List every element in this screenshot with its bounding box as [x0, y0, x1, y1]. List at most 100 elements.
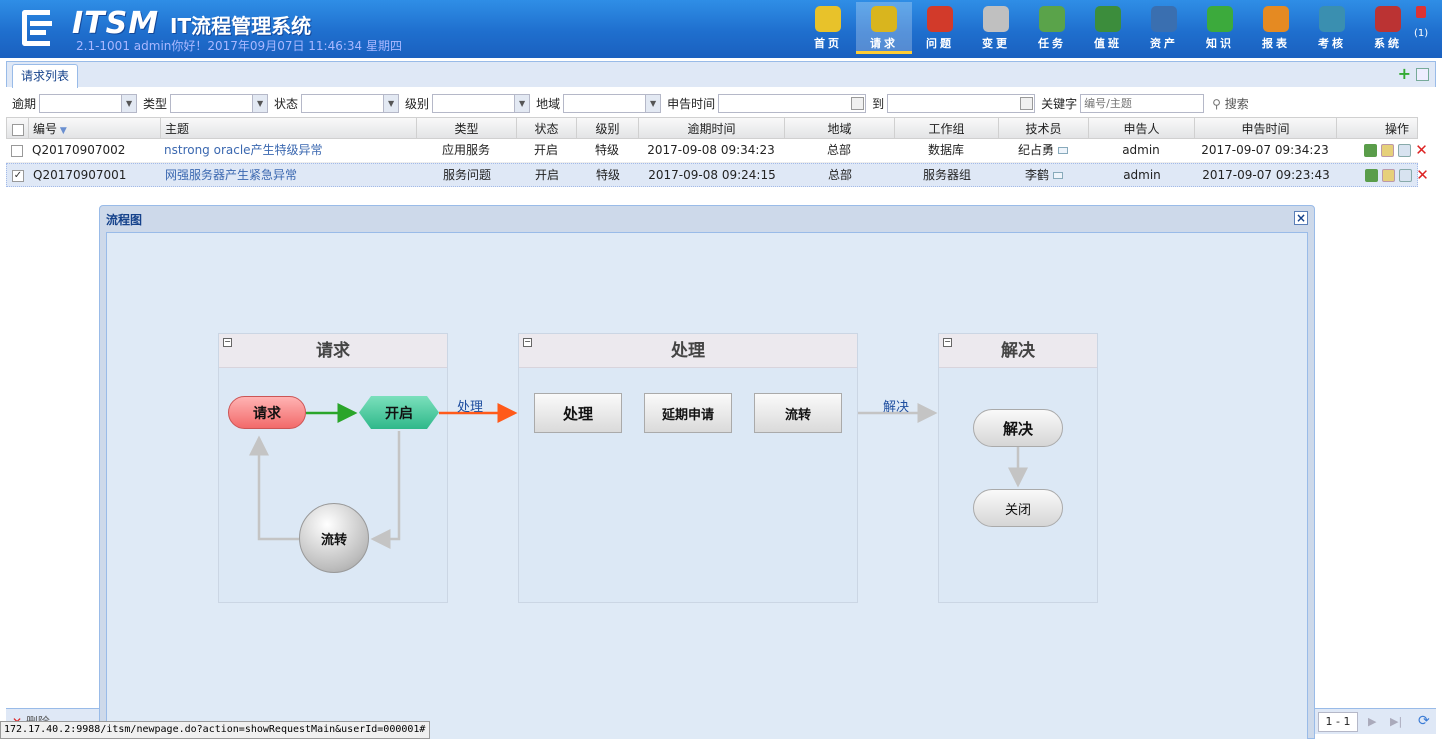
collapse-icon[interactable]: −: [943, 338, 952, 347]
flowchart-icon[interactable]: [1365, 169, 1378, 182]
cell-subject[interactable]: nstrong oracle产生特级异常: [160, 139, 416, 162]
column-header[interactable]: 申告人: [1089, 118, 1195, 138]
edit-icon[interactable]: [1382, 169, 1395, 182]
table-row[interactable]: Q20170907002 nstrong oracle产生特级异常 应用服务 开启 特级…: [6, 139, 1428, 163]
select-all-checkbox[interactable]: [7, 118, 29, 138]
nav-item-9[interactable]: 考核: [1304, 2, 1360, 54]
column-header[interactable]: 逾期时间: [639, 118, 785, 138]
node-open[interactable]: 开启: [359, 396, 439, 429]
collapse-icon[interactable]: −: [523, 338, 532, 347]
close-icon[interactable]: ×: [1294, 211, 1308, 225]
message-count[interactable]: (1): [1414, 28, 1428, 39]
cell-subject[interactable]: 网强服务器产生紧急异常: [161, 164, 417, 186]
cell-region: 总部: [827, 168, 852, 182]
chevron-down-icon[interactable]: ▼: [252, 94, 268, 112]
node-transfer[interactable]: 流转: [754, 393, 842, 433]
lane-resolve: − 解决: [938, 333, 1098, 603]
to-label: 到: [872, 96, 885, 111]
column-header[interactable]: 级别: [577, 118, 639, 138]
node-resolve[interactable]: 解决: [973, 409, 1063, 447]
nav-item-5[interactable]: 值班: [1080, 2, 1136, 54]
column-header[interactable]: 技术员: [999, 118, 1089, 138]
column-header[interactable]: 申告时间: [1195, 118, 1337, 138]
lane-title-process: 处理: [671, 341, 705, 361]
sort-desc-icon[interactable]: ▼: [57, 126, 67, 136]
node-process[interactable]: 处理: [534, 393, 622, 433]
tab-request-list[interactable]: 请求列表: [12, 64, 79, 88]
nav-item-4[interactable]: 任务: [1024, 2, 1080, 54]
node-delay-request[interactable]: 延期申请: [644, 393, 732, 433]
search-icon: ⚲: [1212, 96, 1221, 111]
row-checkbox[interactable]: ✓: [7, 164, 29, 186]
report-time-start-field[interactable]: [718, 93, 867, 113]
level-select[interactable]: ▼: [432, 93, 531, 113]
table-row[interactable]: ✓ Q20170907001 网强服务器产生紧急异常 服务问题 开启 特级 2017-09-…: [6, 163, 1429, 187]
column-header[interactable]: 工作组: [895, 118, 999, 138]
document-icon[interactable]: [1399, 169, 1412, 182]
keyword-input[interactable]: [1080, 93, 1205, 113]
overdue-label: 逾期: [12, 96, 37, 111]
collapse-icon[interactable]: −: [223, 338, 232, 347]
calendar-icon[interactable]: [851, 96, 865, 110]
flowchart-icon[interactable]: [1364, 144, 1377, 157]
brand-name: ITSM: [72, 6, 160, 41]
edit-icon[interactable]: [1381, 144, 1394, 157]
node-request[interactable]: 请求: [228, 396, 306, 429]
delete-icon[interactable]: ✕: [1415, 143, 1428, 158]
cell-time: 2017-09-07 09:34:23: [1201, 143, 1329, 157]
nav-item-10[interactable]: 系统: [1360, 2, 1416, 54]
node-flow[interactable]: 流转: [299, 503, 369, 573]
search-button[interactable]: ⚲ 搜索: [1212, 95, 1249, 112]
status-select[interactable]: ▼: [301, 93, 400, 113]
column-header[interactable]: 地域: [785, 118, 895, 138]
column-header[interactable]: 类型: [417, 118, 517, 138]
column-header[interactable]: 操作: [1337, 118, 1442, 138]
nav-item-6[interactable]: 资产: [1136, 2, 1192, 54]
mail-icon[interactable]: [1053, 172, 1063, 179]
person-clock-icon: [1095, 6, 1121, 32]
last-page-icon[interactable]: ▶|: [1390, 715, 1402, 728]
warning-shield-icon: [871, 6, 897, 32]
page-indicator[interactable]: 1 - 1: [1318, 712, 1358, 732]
logo-icon: [10, 4, 60, 52]
chevron-down-icon[interactable]: ▼: [121, 94, 137, 112]
grid-header: 编号 ▼ 主题 类型 状态 级别 逾期时间 地域 工作组 技术员 申告人 申告时间 操作: [6, 117, 1418, 139]
alarm-icon: [927, 6, 953, 32]
chevron-down-icon[interactable]: ▼: [514, 94, 530, 112]
document-icon[interactable]: [1398, 144, 1411, 157]
nav-item-0[interactable]: 首页: [800, 2, 856, 54]
type-select[interactable]: ▼: [170, 93, 269, 113]
cell-id: Q20170907001: [33, 168, 127, 182]
version-number: 2.1-1001: [76, 39, 130, 53]
row-checkbox[interactable]: [6, 139, 28, 162]
nav-item-3[interactable]: 变更: [968, 2, 1024, 54]
cell-status: 开启: [534, 168, 559, 182]
region-select[interactable]: ▼: [563, 93, 662, 113]
chevron-down-icon[interactable]: ▼: [383, 94, 399, 112]
nav-item-8[interactable]: 报表: [1248, 2, 1304, 54]
browser-status-url: 172.17.40.2:9988/itsm/newpage.do?action=…: [0, 721, 430, 739]
add-icon[interactable]: +: [1398, 66, 1411, 82]
view-toggle-icon[interactable]: [1416, 68, 1429, 81]
mail-icon[interactable]: [1058, 147, 1068, 154]
node-close[interactable]: 关闭: [973, 489, 1063, 527]
column-header[interactable]: 状态: [517, 118, 577, 138]
nav-label: 问题: [926, 37, 954, 50]
report-time-end-field[interactable]: [887, 93, 1036, 113]
refresh-icon[interactable]: ⟳: [1418, 713, 1430, 729]
next-page-icon[interactable]: ▶: [1368, 715, 1376, 728]
exit-icon[interactable]: [1416, 6, 1426, 18]
calendar-icon[interactable]: [1020, 96, 1034, 110]
cell-due: 2017-09-08 09:24:15: [648, 168, 776, 182]
column-header[interactable]: 编号 ▼: [29, 118, 161, 138]
nav-item-2[interactable]: 问题: [912, 2, 968, 54]
keyword-label: 关键字: [1041, 96, 1078, 111]
delete-icon[interactable]: ✕: [1416, 168, 1429, 183]
nav-item-1[interactable]: 请求: [856, 2, 912, 54]
cell-level: 特级: [594, 143, 619, 157]
overdue-select[interactable]: ▼: [39, 93, 138, 113]
column-header[interactable]: 主题: [161, 118, 417, 138]
bar-chart-icon: [1263, 6, 1289, 32]
nav-item-7[interactable]: 知识: [1192, 2, 1248, 54]
chevron-down-icon[interactable]: ▼: [645, 94, 661, 112]
